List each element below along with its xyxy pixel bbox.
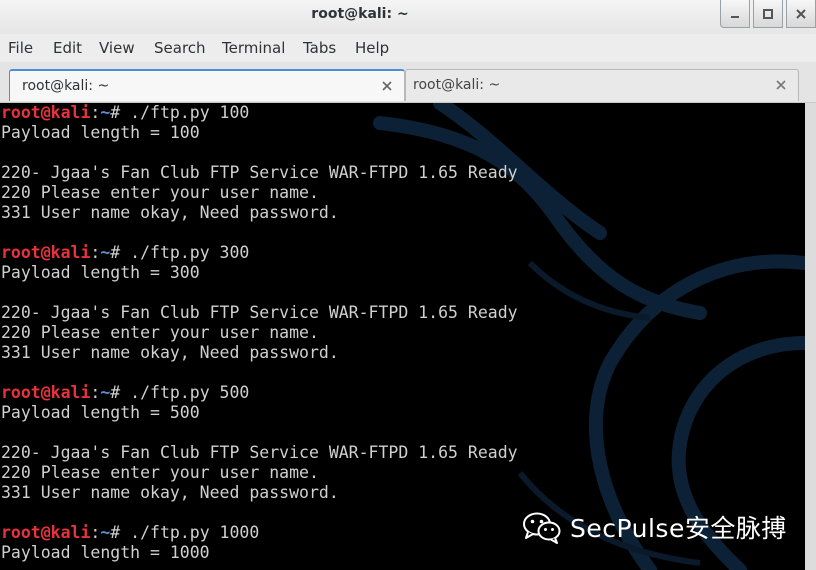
tab-close-icon[interactable] [774, 78, 788, 92]
output-line: 220 Please enter your user name. [1, 323, 319, 342]
command-text: ./ftp.py 100 [120, 103, 250, 122]
minimize-button[interactable] [720, 0, 750, 28]
menu-tabs[interactable]: Tabs [303, 39, 336, 57]
prompt-colon: : [90, 243, 101, 262]
prompt-user-host: root@kali [1, 103, 91, 122]
prompt-symbol: # [110, 243, 121, 262]
output-line: 331 User name okay, Need password. [1, 343, 339, 362]
output-line: Payload length = 100 [1, 123, 200, 142]
output-line: 331 User name okay, Need password. [1, 483, 339, 502]
prompt-user-host: root@kali [1, 523, 91, 542]
watermark: SecPulse安全脉搏 [522, 510, 787, 544]
output-line: 220- Jgaa's Fan Club FTP Service WAR-FTP… [1, 163, 518, 182]
menu-search[interactable]: Search [154, 39, 206, 57]
maximize-button[interactable] [753, 0, 783, 28]
prompt-path: ~ [100, 383, 111, 402]
command-text: ./ftp.py 300 [120, 243, 250, 262]
prompt-line: root@kali:~# ./ftp.py 1000 [1, 523, 518, 543]
terminal-output: root@kali:~# ./ftp.py 100 Payload length … [1, 103, 518, 563]
tab-label: root@kali: ~ [22, 78, 110, 94]
close-icon [796, 8, 806, 19]
menu-edit[interactable]: Edit [53, 39, 82, 57]
close-window-button[interactable] [786, 0, 816, 28]
prompt-path: ~ [100, 103, 111, 122]
tab-label: root@kali: ~ [413, 77, 501, 93]
prompt-path: ~ [100, 243, 111, 262]
terminal-scrollbar[interactable] [805, 103, 816, 570]
output-line: Payload length = 1000 [1, 543, 210, 562]
minimize-icon [731, 15, 739, 18]
prompt-path: ~ [100, 523, 111, 542]
terminal-area[interactable]: root@kali:~# ./ftp.py 100 Payload length … [0, 103, 805, 570]
title-bar[interactable]: root@kali: ~ [0, 0, 816, 34]
tab-1[interactable]: root@kali: ~ [9, 69, 405, 101]
menu-bar: File Edit View Search Terminal Tabs Help [0, 34, 816, 62]
output-line: 331 User name okay, Need password. [1, 203, 339, 222]
prompt-symbol: # [110, 383, 121, 402]
maximize-icon [763, 8, 773, 19]
terminal-window: root@kali: ~ File Edit View Search Termi… [0, 0, 816, 570]
prompt-colon: : [90, 103, 101, 122]
prompt-line: root@kali:~# ./ftp.py 300 [1, 243, 518, 263]
menu-terminal[interactable]: Terminal [222, 39, 285, 57]
menu-file[interactable]: File [8, 39, 33, 57]
watermark-text: SecPulse安全脉搏 [570, 514, 787, 543]
tab-2[interactable]: root@kali: ~ [405, 69, 799, 101]
output-line: Payload length = 300 [1, 263, 200, 282]
prompt-line: root@kali:~# ./ftp.py 500 [1, 383, 518, 403]
prompt-colon: : [90, 523, 101, 542]
prompt-symbol: # [110, 103, 121, 122]
menu-help[interactable]: Help [355, 39, 389, 57]
command-text: ./ftp.py 500 [120, 383, 250, 402]
tab-close-icon[interactable] [380, 79, 394, 93]
prompt-colon: : [90, 383, 101, 402]
output-line: Payload length = 500 [1, 403, 200, 422]
output-line: 220- Jgaa's Fan Club FTP Service WAR-FTP… [1, 303, 518, 322]
prompt-symbol: # [110, 523, 121, 542]
output-line: 220 Please enter your user name. [1, 183, 319, 202]
prompt-user-host: root@kali [1, 383, 91, 402]
prompt-user-host: root@kali [1, 243, 91, 262]
command-text: ./ftp.py 1000 [120, 523, 260, 542]
output-line: 220 Please enter your user name. [1, 463, 319, 482]
tab-bar: root@kali: ~ root@kali: ~ [0, 62, 816, 103]
window-title: root@kali: ~ [311, 6, 409, 22]
wechat-icon [523, 512, 561, 544]
output-line: 220- Jgaa's Fan Club FTP Service WAR-FTP… [1, 443, 518, 462]
menu-view[interactable]: View [99, 39, 135, 57]
prompt-line: root@kali:~# ./ftp.py 100 [1, 103, 518, 123]
